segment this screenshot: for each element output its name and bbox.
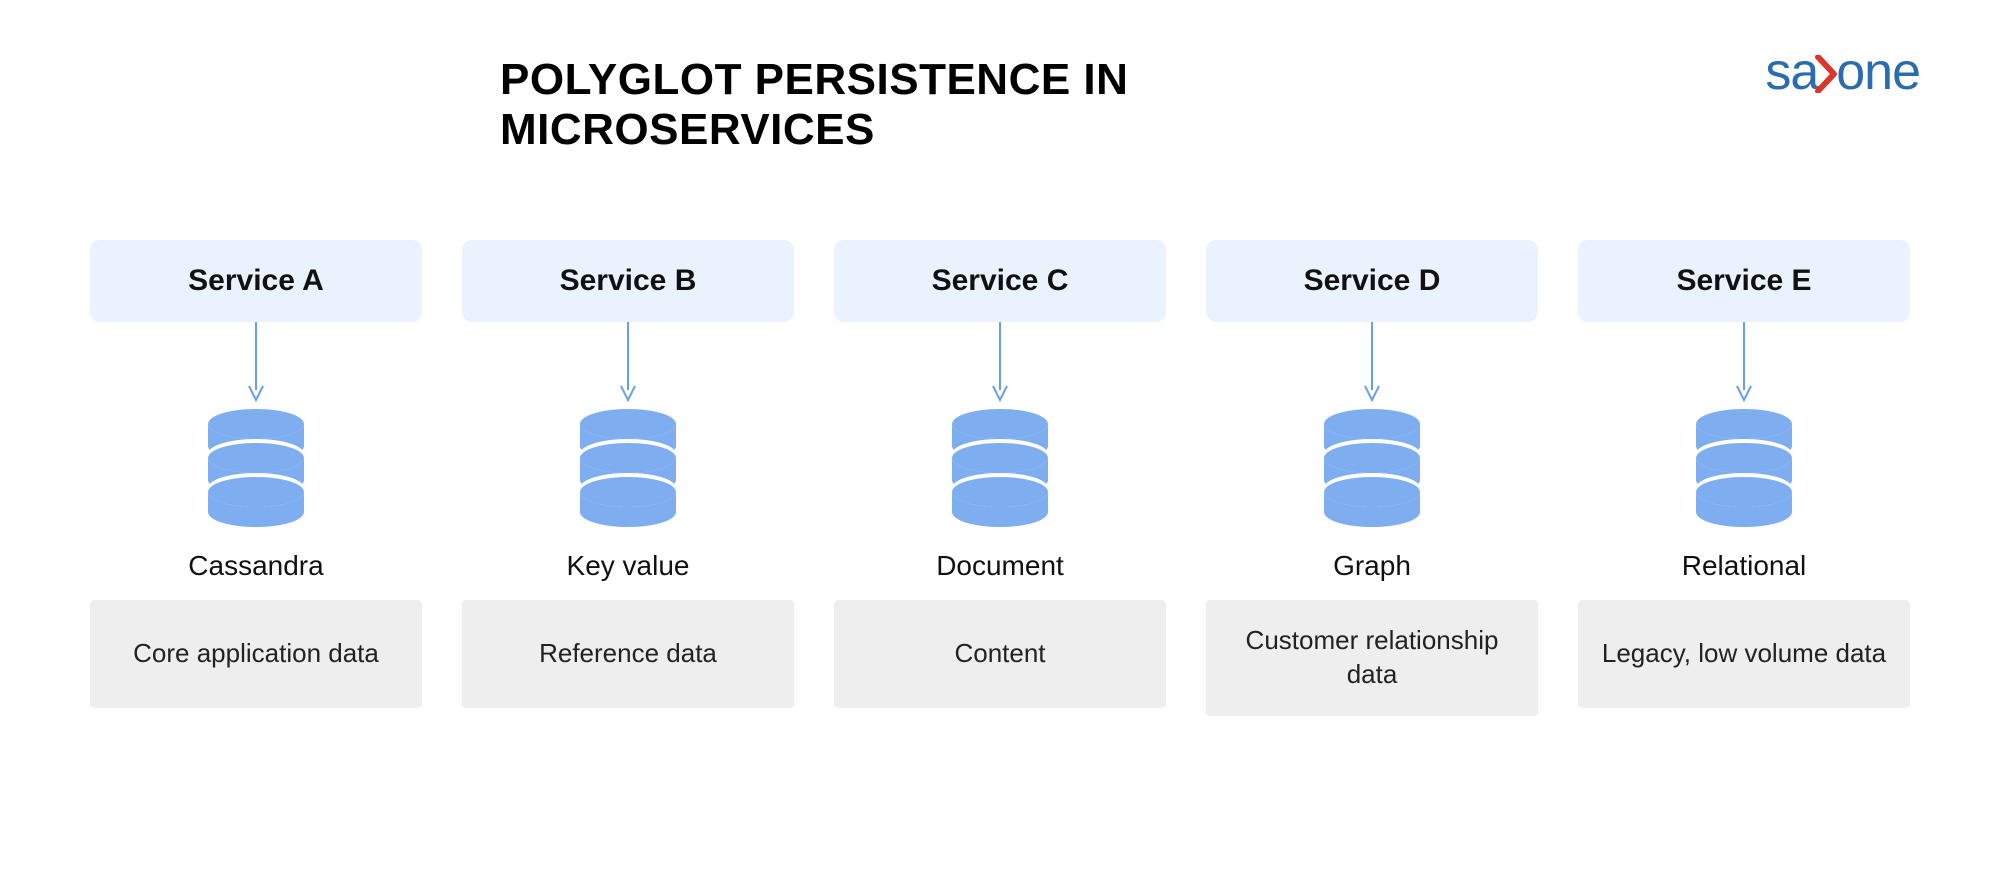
logo-text-sa: sa <box>1765 42 1818 102</box>
brand-logo: sa one <box>1765 42 1920 102</box>
database-icon <box>201 408 311 528</box>
arrow-down-icon <box>255 322 257 400</box>
logo-chevron-icon <box>1814 55 1840 93</box>
service-column: Service B Key value <box>462 240 794 716</box>
arrow-down-icon <box>627 322 629 400</box>
arrow-down-icon <box>1743 322 1745 400</box>
services-row: Service A Cassandra <box>0 240 2000 716</box>
service-label-box: Service A <box>90 240 422 322</box>
db-type-label: Relational <box>1682 550 1807 582</box>
service-label-box: Service D <box>1206 240 1538 322</box>
service-column: Service A Cassandra <box>90 240 422 716</box>
arrow-down-icon <box>999 322 1001 400</box>
diagram-title: POLYGLOT PERSISTENCE IN MICROSERVICES <box>500 55 1500 155</box>
db-type-label: Graph <box>1333 550 1411 582</box>
service-label-box: Service C <box>834 240 1166 322</box>
db-type-label: Cassandra <box>188 550 323 582</box>
data-description-box: Legacy, low volume data <box>1578 600 1910 708</box>
database-icon <box>573 408 683 528</box>
service-column: Service E Relational <box>1578 240 1910 716</box>
db-type-label: Key value <box>567 550 690 582</box>
db-type-label: Document <box>936 550 1064 582</box>
service-label-box: Service E <box>1578 240 1910 322</box>
database-icon <box>1689 408 1799 528</box>
data-description-box: Core application data <box>90 600 422 708</box>
database-icon <box>1317 408 1427 528</box>
database-icon <box>945 408 1055 528</box>
data-description-box: Reference data <box>462 600 794 708</box>
service-column: Service D Graph Cust <box>1206 240 1538 716</box>
service-column: Service C Document C <box>834 240 1166 716</box>
data-description-box: Content <box>834 600 1166 708</box>
service-label-box: Service B <box>462 240 794 322</box>
data-description-box: Customer relationship data <box>1206 600 1538 716</box>
arrow-down-icon <box>1371 322 1373 400</box>
logo-text-one: one <box>1836 42 1920 102</box>
